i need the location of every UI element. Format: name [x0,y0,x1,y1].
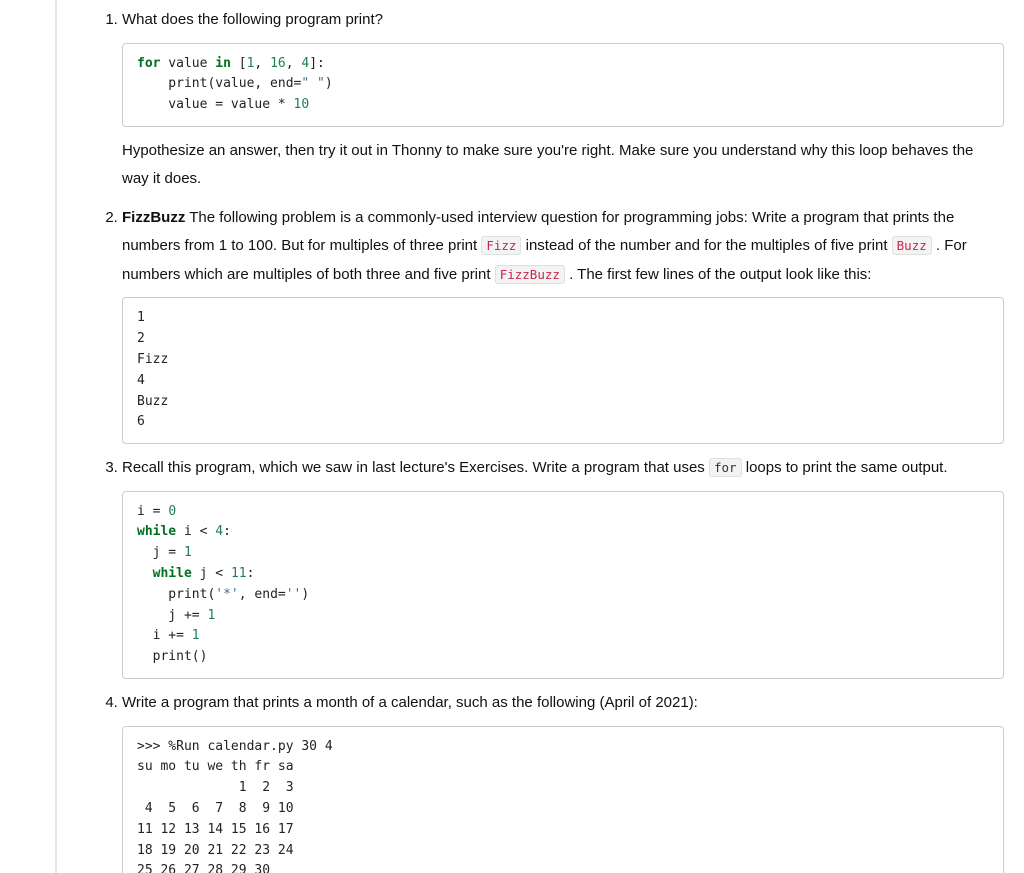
page-content: What does the following program print? f… [0,0,1024,873]
exercise-list: What does the following program print? f… [100,6,1004,873]
exercise-3-text: Recall this program, which we saw in las… [122,459,948,476]
sidebar-divider [55,0,57,873]
inline-code: Buzz [892,236,932,255]
exercise-2-code: 1 2 Fizz 4 Buzz 6 [122,297,1004,444]
exercise-item-4: Write a program that prints a month of a… [122,689,1004,873]
inline-code: FizzBuzz [495,265,565,284]
exercise-2-text: FizzBuzz The following problem is a comm… [122,209,967,283]
exercise-1-question: What does the following program print? [122,11,383,28]
exercise-3-code: i = 0 while i < 4: j = 1 while j < 11: p… [122,491,1004,679]
inline-code: Fizz [481,236,521,255]
exercise-4-question: Write a program that prints a month of a… [122,694,698,711]
exercise-item-1: What does the following program print? f… [122,6,1004,194]
exercise-1-followup: Hypothesize an answer, then try it out i… [122,137,1004,194]
exercise-item-3: Recall this program, which we saw in las… [122,454,1004,679]
exercise-1-code: for value in [1, 16, 4]: print(value, en… [122,43,1004,127]
inline-code: for [709,458,742,477]
exercise-item-2: FizzBuzz The following problem is a comm… [122,204,1004,444]
exercise-4-code: >>> %Run calendar.py 30 4 su mo tu we th… [122,726,1004,873]
